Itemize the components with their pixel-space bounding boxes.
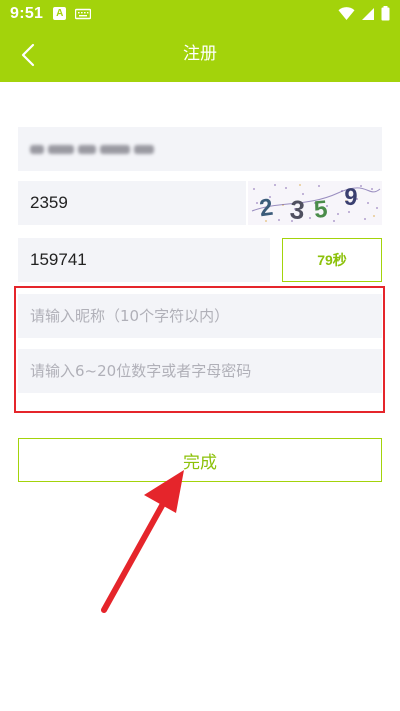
svg-text:2: 2: [258, 194, 275, 223]
password-field[interactable]: [18, 349, 382, 393]
sms-code-field[interactable]: [18, 238, 270, 282]
svg-text:9: 9: [343, 183, 358, 211]
battery-icon: [381, 6, 390, 21]
status-notification-icons: A: [53, 7, 92, 20]
resend-code-button[interactable]: 79秒: [282, 238, 382, 282]
svg-text:3: 3: [289, 194, 307, 225]
a-notification-icon: A: [53, 7, 67, 20]
status-time: 9:51: [10, 4, 44, 22]
captcha-graphic: 2 3 5 9: [251, 183, 381, 225]
nickname-field[interactable]: [18, 294, 382, 338]
sms-code-input[interactable]: [30, 238, 270, 282]
captcha-field[interactable]: [18, 181, 246, 225]
status-bar: 9:51 A: [0, 0, 400, 27]
back-button[interactable]: [8, 35, 48, 75]
status-system-icons: [338, 6, 390, 21]
signal-icon: [362, 7, 374, 20]
app-bar: 注册: [0, 27, 400, 82]
captcha-image[interactable]: 2 3 5 9: [248, 181, 382, 225]
submit-button[interactable]: 完成: [18, 438, 382, 482]
blurred-phone-value: [30, 144, 154, 154]
captcha-input[interactable]: [30, 181, 246, 225]
page-title: 注册: [183, 44, 217, 64]
keyboard-icon: [75, 8, 92, 19]
password-input[interactable]: [30, 349, 382, 393]
chevron-left-icon: [21, 43, 35, 67]
svg-text:5: 5: [313, 196, 329, 224]
nickname-input[interactable]: [30, 294, 382, 338]
wifi-icon: [338, 6, 355, 20]
phone-field[interactable]: [18, 127, 382, 171]
